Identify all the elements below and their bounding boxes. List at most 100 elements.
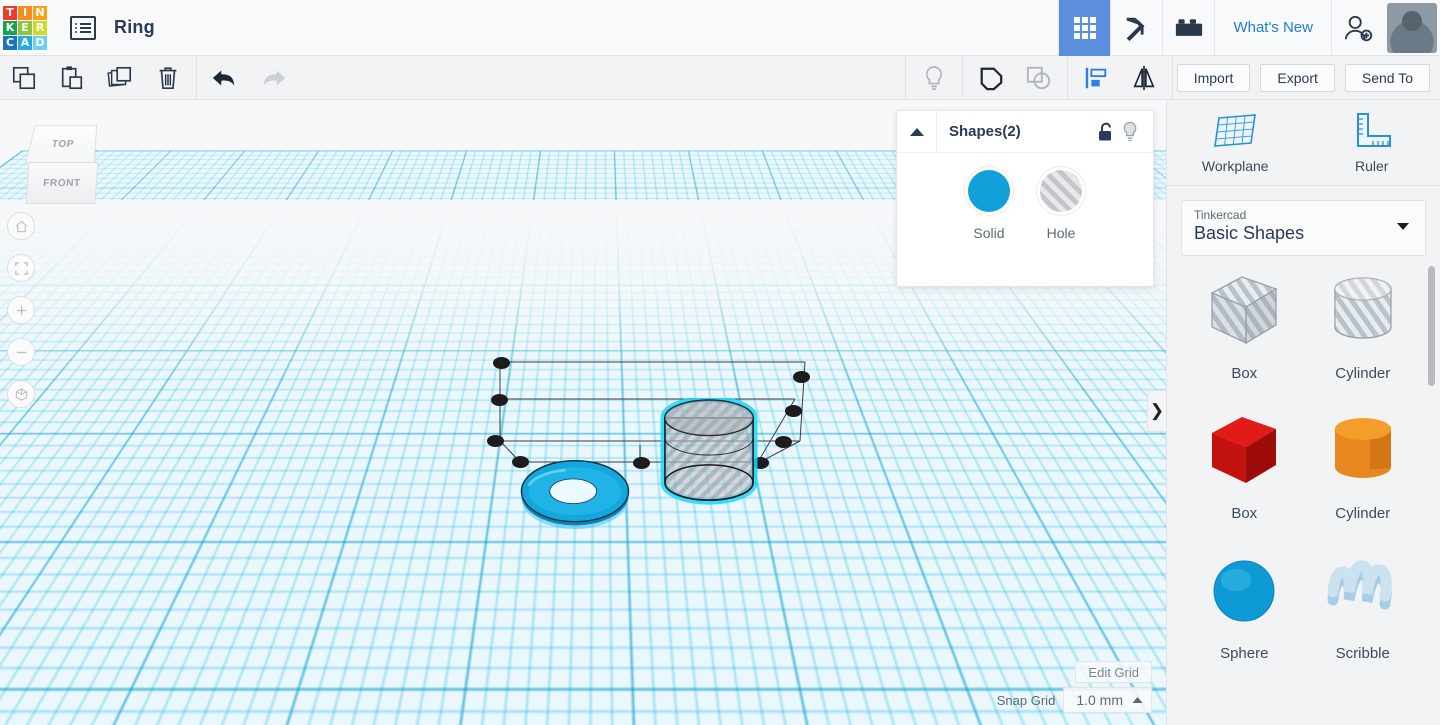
resize-handle[interactable] (491, 394, 508, 406)
resize-handle[interactable] (633, 457, 650, 469)
shape-box-red[interactable]: Box (1185, 405, 1304, 527)
shape-cylinder-orange[interactable]: Cylinder (1304, 405, 1423, 527)
zoom-out-button[interactable] (7, 338, 35, 366)
resize-handle[interactable] (493, 357, 510, 369)
shape-box-hole-art (1204, 265, 1284, 357)
menu-line (80, 31, 91, 33)
copy-glyph (11, 65, 37, 91)
copy-icon[interactable] (0, 56, 48, 100)
toolbar-divider (1172, 56, 1173, 100)
lightbulb-icon[interactable] (910, 56, 958, 100)
shape-scribble-art (1327, 545, 1399, 637)
shape-cylinder-orange-art (1328, 405, 1398, 497)
document-title[interactable]: Ring (114, 17, 155, 38)
lego-brick-glyph (1175, 17, 1203, 39)
shape-box-hole[interactable]: Box (1185, 265, 1304, 387)
panel-collapse-toggle[interactable]: ❯ (1147, 390, 1166, 432)
snap-grid-value: 1.0 mm (1076, 692, 1123, 708)
send-to-button[interactable]: Send To (1345, 64, 1430, 92)
fit-view-icon (14, 261, 29, 276)
mirror-glyph (1130, 65, 1158, 91)
group-icon[interactable] (967, 56, 1015, 100)
duplicate-icon[interactable] (96, 56, 144, 100)
delete-icon[interactable] (144, 56, 192, 100)
home-view-button[interactable] (7, 212, 35, 240)
grid-apps-icon[interactable] (1058, 0, 1110, 56)
shapes-panel-header: Shapes(2) (897, 111, 1153, 153)
redo-glyph (259, 67, 287, 89)
home-icon (14, 219, 29, 234)
resize-handle[interactable] (487, 435, 504, 447)
shape-library-grid: Box (1167, 257, 1440, 725)
chevron-up-icon (1132, 696, 1143, 704)
mirror-icon[interactable] (1120, 56, 1168, 100)
logo-tile-n: N (33, 6, 47, 20)
menu-line (80, 23, 91, 25)
shape-box-hole-label: Box (1231, 365, 1257, 382)
shape-scribble-label: Scribble (1336, 645, 1390, 662)
solid-swatch[interactable]: Solid (968, 170, 1010, 241)
paste-glyph (59, 65, 85, 91)
project-menu-icon[interactable] (70, 16, 96, 40)
pickaxe-glyph (1122, 13, 1152, 43)
lego-brick-icon[interactable] (1162, 0, 1214, 56)
toolbar-divider (905, 56, 906, 100)
ungroup-icon[interactable] (1015, 56, 1063, 100)
torus-ring-object[interactable] (517, 458, 633, 530)
resize-handle[interactable] (775, 436, 792, 448)
lightbulb-glyph (922, 65, 946, 91)
redo-icon[interactable] (249, 56, 297, 100)
shape-cylinder-hole[interactable]: Cylinder (1304, 265, 1423, 387)
workplane-tool[interactable]: Workplane (1167, 100, 1304, 185)
shape-scribble[interactable]: Scribble (1304, 545, 1423, 667)
workplane-tool-label: Workplane (1202, 158, 1269, 174)
chevron-down-icon (1397, 223, 1409, 230)
orange-cylinder-icon (1328, 411, 1398, 491)
snap-grid-label: Snap Grid (997, 693, 1056, 708)
ruler-tool-label: Ruler (1355, 158, 1388, 174)
minus-icon (14, 345, 29, 360)
ruler-tool[interactable]: Ruler (1304, 100, 1440, 185)
zoom-in-button[interactable] (7, 296, 35, 324)
ungroup-glyph (1025, 65, 1053, 91)
lightbulb-icon[interactable] (1121, 121, 1139, 142)
view-cube[interactable]: TOP FRONT (22, 120, 106, 212)
shapes-panel-actions (1097, 121, 1153, 142)
shape-sphere-blue[interactable]: Sphere (1185, 545, 1304, 667)
unlock-icon[interactable] (1097, 122, 1115, 142)
hole-swatch-circle (1040, 170, 1082, 212)
resize-handle[interactable] (785, 405, 802, 417)
align-icon[interactable] (1072, 56, 1120, 100)
avatar[interactable] (1387, 3, 1437, 53)
shapes-panel-collapse-button[interactable] (897, 111, 937, 153)
paste-icon[interactable] (48, 56, 96, 100)
toolbar-divider (1067, 56, 1068, 100)
hole-cylinder-icon (1328, 271, 1398, 351)
undo-icon[interactable] (201, 56, 249, 100)
whats-new-link[interactable]: What's New (1214, 0, 1331, 56)
perspective-toggle-button[interactable] (7, 380, 35, 408)
cylinder-hole-object[interactable] (660, 398, 758, 520)
sidebar-scrollbar-thumb[interactable] (1428, 266, 1435, 386)
edit-grid-button[interactable]: Edit Grid (1075, 661, 1152, 683)
hole-swatch[interactable]: Hole (1040, 170, 1082, 241)
hole-box-icon (1204, 271, 1284, 351)
red-box-icon (1204, 411, 1284, 491)
view-cube-top-face[interactable]: TOP (25, 125, 97, 165)
resize-handle[interactable] (793, 371, 810, 383)
shapes-panel-swatches: Solid Hole (897, 153, 1153, 241)
export-button[interactable]: Export (1260, 64, 1334, 92)
tinkercad-logo[interactable]: T I N K E R C A D (2, 5, 48, 51)
snap-grid-dropdown[interactable]: 1.0 mm (1063, 687, 1152, 713)
view-cube-front-face[interactable]: FRONT (26, 162, 99, 204)
view-cube-front-label: FRONT (43, 178, 81, 189)
shape-library-dropdown[interactable]: Tinkercad Basic Shapes (1181, 200, 1426, 256)
logo-tile-c: C (3, 36, 17, 50)
invite-person-icon[interactable] (1331, 0, 1383, 56)
import-button[interactable]: Import (1177, 64, 1251, 92)
shapes-panel-title: Shapes(2) (949, 123, 1021, 140)
fit-to-view-button[interactable] (7, 254, 35, 282)
shapes-properties-panel: Shapes(2) Solid Hole (896, 110, 1154, 287)
pickaxe-icon[interactable] (1110, 0, 1162, 56)
logo-tile-r: R (33, 21, 47, 35)
